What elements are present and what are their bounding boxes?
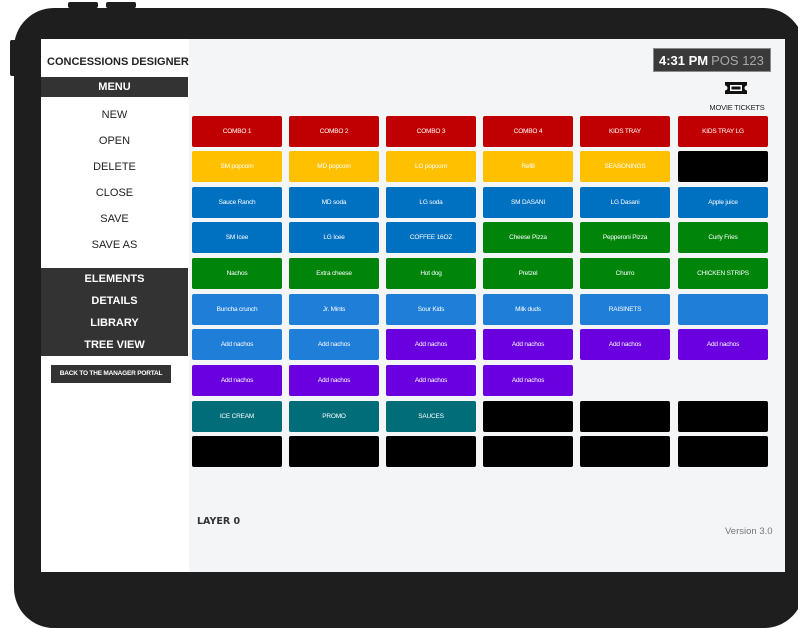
pos-button-lg-icee[interactable]: LG Icee xyxy=(289,222,379,253)
menu-item-save[interactable]: SAVE xyxy=(41,213,188,225)
menu-item-open[interactable]: OPEN xyxy=(41,135,188,147)
status-clock: 4:31 PM POS 123 xyxy=(653,48,771,72)
pos-button-empty[interactable] xyxy=(483,401,573,432)
pos-button-seasonings[interactable]: SEASONINGS xyxy=(580,151,670,182)
pos-button-empty[interactable] xyxy=(678,401,768,432)
pos-button-empty[interactable] xyxy=(678,436,768,467)
pos-button-empty[interactable] xyxy=(483,436,573,467)
pos-button-kids-tray-lg[interactable]: KIDS TRAY LG xyxy=(678,116,768,147)
pos-button-add-nachos[interactable]: Add nachos xyxy=(386,365,476,396)
app-title: CONCESSIONS DESIGNER xyxy=(47,56,189,68)
menu-header: MENU xyxy=(41,77,188,97)
pos-button-empty[interactable] xyxy=(580,401,670,432)
pos-button-lg-dasani[interactable]: LG Dasani xyxy=(580,187,670,218)
pos-button-lg-popcorn[interactable]: LG popcorn xyxy=(386,151,476,182)
pos-button-empty[interactable] xyxy=(678,294,768,325)
version-label: Version 3.0 xyxy=(725,526,773,537)
section-tree-view[interactable]: TREE VIEW xyxy=(41,334,188,356)
pos-button-add-nachos[interactable]: Add nachos xyxy=(192,329,282,360)
pos-button-ice-cream[interactable]: ICE CREAM xyxy=(192,401,282,432)
tablet-hardware-button xyxy=(106,2,136,8)
pos-button-pretzel[interactable]: Pretzel xyxy=(483,258,573,289)
section-library[interactable]: LIBRARY xyxy=(41,312,188,334)
tablet-side-button xyxy=(10,40,16,76)
pos-button-pepperoni-pizza[interactable]: Pepperoni Pizza xyxy=(580,222,670,253)
section-nav: ELEMENTS DETAILS LIBRARY TREE VIEW xyxy=(41,268,188,356)
section-details[interactable]: DETAILS xyxy=(41,290,188,312)
clock-time: 4:31 PM xyxy=(659,53,709,68)
pos-button-chicken-strips[interactable]: CHICKEN STRIPS xyxy=(678,258,768,289)
pos-button-empty[interactable] xyxy=(289,436,379,467)
pos-button-sauces[interactable]: SAUCES xyxy=(386,401,476,432)
menu-item-new[interactable]: NEW xyxy=(41,109,188,121)
menu-item-delete[interactable]: DELETE xyxy=(41,161,188,173)
menu-item-close[interactable]: CLOSE xyxy=(41,187,188,199)
sidebar: CONCESSIONS DESIGNER MENU NEW OPEN DELET… xyxy=(41,39,189,572)
tablet-hardware-button xyxy=(68,2,98,8)
pos-button-add-nachos[interactable]: Add nachos xyxy=(289,365,379,396)
pos-button-md-soda[interactable]: MD soda xyxy=(289,187,379,218)
pos-button-add-nachos[interactable]: Add nachos xyxy=(580,329,670,360)
pos-button-coffee-16oz[interactable]: COFFEE 16OZ xyxy=(386,222,476,253)
pos-id: POS 123 xyxy=(711,53,764,68)
pos-button-empty[interactable] xyxy=(580,436,670,467)
pos-button-add-nachos[interactable]: Add nachos xyxy=(192,365,282,396)
ticket-icon[interactable] xyxy=(724,81,748,95)
pos-button-add-nachos[interactable]: Add nachos xyxy=(678,329,768,360)
pos-button-empty[interactable] xyxy=(386,436,476,467)
pos-button-promo[interactable]: PROMO xyxy=(289,401,379,432)
pos-button-refill[interactable]: Refill xyxy=(483,151,573,182)
pos-button-combo-1[interactable]: COMBO 1 xyxy=(192,116,282,147)
pos-button-hot-dog[interactable]: Hot dog xyxy=(386,258,476,289)
pos-button-buncha-crunch[interactable]: Buncha crunch xyxy=(192,294,282,325)
menu-item-save-as[interactable]: SAVE AS xyxy=(41,239,188,251)
pos-button-jr-mints[interactable]: Jr. Mints xyxy=(289,294,379,325)
pos-button-add-nachos[interactable]: Add nachos xyxy=(483,329,573,360)
movie-tickets-label[interactable]: MOVIE TICKETS xyxy=(704,103,770,112)
pos-button-raisinets[interactable]: RAISINETS xyxy=(580,294,670,325)
pos-button-sm-icee[interactable]: SM Icee xyxy=(192,222,282,253)
app-screen: CONCESSIONS DESIGNER MENU NEW OPEN DELET… xyxy=(41,39,785,572)
back-to-manager-portal-button[interactable]: BACK TO THE MANAGER PORTAL xyxy=(51,365,171,383)
pos-button-milk-duds[interactable]: Milk duds xyxy=(483,294,573,325)
pos-button-add-nachos[interactable]: Add nachos xyxy=(386,329,476,360)
pos-button-combo-4[interactable]: COMBO 4 xyxy=(483,116,573,147)
pos-button-combo-2[interactable]: COMBO 2 xyxy=(289,116,379,147)
pos-button-kids-tray[interactable]: KIDS TRAY xyxy=(580,116,670,147)
pos-button-empty[interactable] xyxy=(678,151,768,182)
pos-button-extra-cheese[interactable]: Extra cheese xyxy=(289,258,379,289)
pos-button-md-popcorn[interactable]: MD popcorn xyxy=(289,151,379,182)
pos-button-combo-3[interactable]: COMBO 3 xyxy=(386,116,476,147)
pos-button-churro[interactable]: Churro xyxy=(580,258,670,289)
pos-button-sm-popcorn[interactable]: SM popcorn xyxy=(192,151,282,182)
pos-button-curly-fries[interactable]: Curly Fries xyxy=(678,222,768,253)
pos-button-add-nachos[interactable]: Add nachos xyxy=(483,365,573,396)
pos-button-apple-juice[interactable]: Apple juice xyxy=(678,187,768,218)
section-elements[interactable]: ELEMENTS xyxy=(41,268,188,290)
pos-button-cheese-pizza[interactable]: Cheese Pizza xyxy=(483,222,573,253)
layer-label: LAYER 0 xyxy=(197,516,241,527)
pos-button-empty[interactable] xyxy=(192,436,282,467)
pos-button-add-nachos[interactable]: Add nachos xyxy=(289,329,379,360)
pos-button-nachos[interactable]: Nachos xyxy=(192,258,282,289)
pos-button-sauce-ranch[interactable]: Sauce Ranch xyxy=(192,187,282,218)
pos-button-sm-dasani[interactable]: SM DASANI xyxy=(483,187,573,218)
pos-button-sour-kids[interactable]: Sour Kids xyxy=(386,294,476,325)
pos-button-lg-soda[interactable]: LG soda xyxy=(386,187,476,218)
